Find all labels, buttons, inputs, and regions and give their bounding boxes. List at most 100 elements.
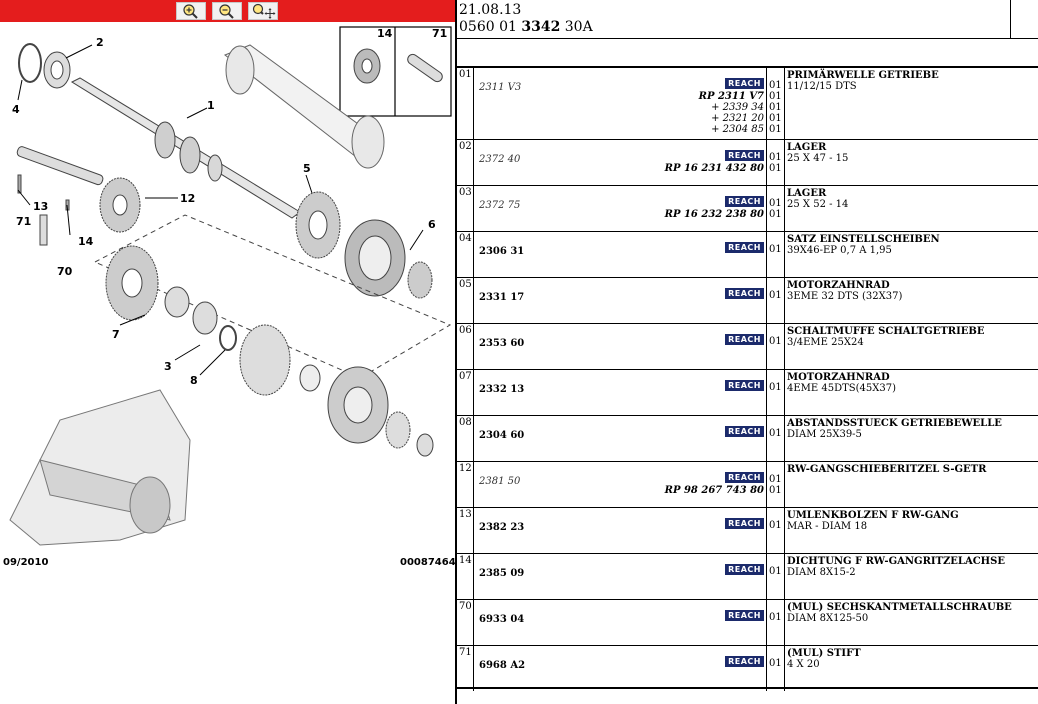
part-position: 02	[457, 140, 474, 185]
part-row[interactable]: 71 6968 A2 REACH 01 (MUL) STIFT 4 X 20	[457, 645, 1038, 691]
part-row[interactable]: 03 2372 75 REACH RP 16 232 238 80 01 01 LAGER 2…	[457, 185, 1038, 231]
part-description: 25 X 52 - 14	[787, 199, 849, 210]
part-quantities: 01	[769, 612, 782, 623]
part-row[interactable]: 14 2385 09 REACH 01 DICHTUNG F RW-GANGRITZEL…	[457, 553, 1038, 599]
part-reference[interactable]: 2382 23	[479, 522, 524, 533]
part-row[interactable]: 08 2304 60 REACH 01 ABSTANDSSTUECK GETRIEBEW…	[457, 415, 1038, 461]
part-quantity-cell: 01 01	[767, 186, 785, 231]
part-quantity: 01	[769, 113, 782, 124]
part-reference-cell: 6933 04 REACH	[474, 600, 767, 645]
part-quantities: 01	[769, 382, 782, 393]
part-title: (MUL) STIFT	[787, 648, 861, 659]
part-reference-cell: 2382 23 REACH	[474, 508, 767, 553]
part-replacement-ref: RP 16 232 238 80	[664, 209, 764, 220]
part-quantity-cell: 01 01 01 01 01	[767, 68, 785, 139]
part-quantities: 01	[769, 290, 782, 301]
part-reference[interactable]: 2353 60	[479, 338, 524, 349]
part-reference[interactable]: 2385 09	[479, 568, 524, 579]
part-row[interactable]: 06 2353 60 REACH 01 SCHALTMUFFE SCHALTGETRIE…	[457, 323, 1038, 369]
part-reference[interactable]: 2372 75	[479, 200, 520, 211]
part-reference[interactable]: 2381 50	[479, 476, 520, 487]
part-reference[interactable]: 2372 40	[479, 154, 520, 165]
part-reference-cell: 2385 09 REACH	[474, 554, 767, 599]
part-reference-lines: REACH	[725, 373, 764, 393]
diagram-date: 09/2010	[3, 557, 49, 568]
part-reference-lines: REACH	[725, 511, 764, 531]
part-row[interactable]: 70 6933 04 REACH 01 (MUL) SECHSKANTMETALLSCH…	[457, 599, 1038, 645]
part-row[interactable]: 12 2381 50 REACH RP 98 267 743 80 01 01 RW-GAN…	[457, 461, 1038, 507]
part-reference[interactable]: 2311 V3	[479, 82, 521, 93]
part-row[interactable]: 07 2332 13 REACH 01 MOTORZAHNRAD 4EME 45DTS(4…	[457, 369, 1038, 415]
part-description-cell: LAGER 25 X 52 - 14	[785, 186, 1038, 231]
part-reference[interactable]: 2332 13	[479, 384, 524, 395]
part-reference-cell: 2331 17 REACH	[474, 278, 767, 323]
part-description: 4 X 20	[787, 659, 820, 670]
part-row[interactable]: 13 2382 23 REACH 01 UMLENKBOLZEN F RW-GANG MA…	[457, 507, 1038, 553]
part-row[interactable]: 01 2311 V3 REACH RP 2311 V7 + 2339 34 + 2321 …	[457, 68, 1038, 139]
part-description: 11/12/15 DTS	[787, 81, 857, 92]
part-title: UMLENKBOLZEN F RW-GANG	[787, 510, 959, 521]
part-reference[interactable]: 2331 17	[479, 292, 524, 303]
part-quantity-cell: 01	[767, 278, 785, 323]
part-quantity-cell: 01 01	[767, 462, 785, 507]
part-reference-lines: REACH	[725, 235, 764, 255]
callout-2: 2	[96, 36, 104, 49]
part-position: 03	[457, 186, 474, 231]
inset-label-71: 71	[432, 27, 447, 40]
part-description: MAR - DIAM 18	[787, 521, 868, 532]
header-reference: 0560 01 3342 30A	[459, 19, 593, 35]
callout-14: 14	[78, 235, 94, 248]
part-quantities: 01	[769, 428, 782, 439]
part-quantity-cell: 01	[767, 370, 785, 415]
part-title: RW-GANGSCHIEBERITZEL S-GETR	[787, 464, 987, 475]
part-quantity: 01	[769, 209, 782, 220]
part-description-cell: LAGER 25 X 47 - 15	[785, 140, 1038, 185]
part-description-cell: UMLENKBOLZEN F RW-GANG MAR - DIAM 18	[785, 508, 1038, 553]
part-quantity: 01	[769, 485, 782, 496]
part-description-cell: MOTORZAHNRAD 3EME 32 DTS (32X37)	[785, 278, 1038, 323]
part-quantity: 01	[769, 382, 782, 393]
part-reference[interactable]: 6968 A2	[479, 660, 525, 671]
part-reference[interactable]: 6933 04	[479, 614, 524, 625]
part-reference-lines: REACH RP 98 267 743 80	[665, 465, 764, 496]
part-replacement-ref: + 2321 20	[711, 113, 764, 124]
part-row[interactable]: 05 2331 17 REACH 01 MOTORZAHNRAD 3EME 32 DTS …	[457, 277, 1038, 323]
part-quantity: 01	[769, 102, 782, 113]
part-reference-lines: REACH	[725, 603, 764, 623]
part-quantity: 01	[769, 124, 782, 135]
part-row[interactable]: 02 2372 40 REACH RP 16 231 432 80 01 01 LAGER 2…	[457, 139, 1038, 185]
part-reference-cell: 2306 31 REACH	[474, 232, 767, 277]
callout-8: 8	[190, 374, 198, 387]
parts-panel: 21.08.13 0560 01 3342 30A 01 2311 V3 REACH…	[455, 0, 1038, 704]
part-position: 70	[457, 600, 474, 645]
zoom-in-button[interactable]	[176, 2, 206, 20]
part-reference[interactable]: 2304 60	[479, 430, 524, 441]
reach-badge: REACH	[725, 564, 764, 575]
zoom-out-button[interactable]	[212, 2, 242, 20]
part-description-cell: MOTORZAHNRAD 4EME 45DTS(45X37)	[785, 370, 1038, 415]
part-reference-cell: 2304 60 REACH	[474, 416, 767, 461]
part-row[interactable]: 04 2306 31 REACH 01 SATZ EINSTELLSCHEIBEN 39X…	[457, 231, 1038, 277]
part-quantity-cell: 01 01	[767, 140, 785, 185]
callout-3: 3	[164, 360, 172, 373]
callout-5: 5	[303, 162, 311, 175]
reach-badge: REACH	[725, 610, 764, 621]
part-quantity-cell: 01	[767, 600, 785, 645]
parts-table: 01 2311 V3 REACH RP 2311 V7 + 2339 34 + 2321 …	[457, 66, 1038, 691]
part-description-cell: SCHALTMUFFE SCHALTGETRIEBE 3/4EME 25X24	[785, 324, 1038, 369]
part-quantity: 01	[769, 566, 782, 577]
header-ref-prefix: 0560 01	[459, 19, 522, 35]
zoom-pan-button[interactable]	[248, 2, 278, 20]
part-quantity: 01	[769, 80, 782, 91]
reach-badge: REACH	[725, 196, 764, 207]
reach-badge: REACH	[725, 518, 764, 529]
part-description: 3EME 32 DTS (32X37)	[787, 291, 903, 302]
part-reference-lines: REACH	[725, 649, 764, 669]
part-reference-lines: REACH	[725, 557, 764, 577]
part-reference[interactable]: 2306 31	[479, 246, 524, 257]
part-reference-lines: REACH RP 16 232 238 80	[665, 189, 764, 220]
part-reference-cell: 2353 60 REACH	[474, 324, 767, 369]
part-description: 3/4EME 25X24	[787, 337, 864, 348]
part-quantities: 01	[769, 244, 782, 255]
part-quantities: 01 01 01 01 01	[769, 80, 782, 135]
